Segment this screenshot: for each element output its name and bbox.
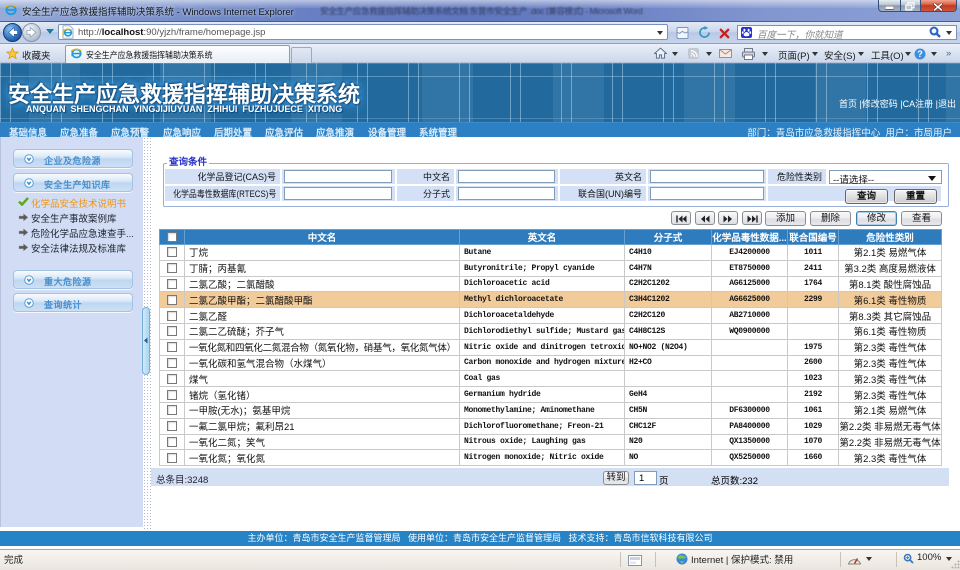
svg-text:?: ? (917, 49, 923, 59)
